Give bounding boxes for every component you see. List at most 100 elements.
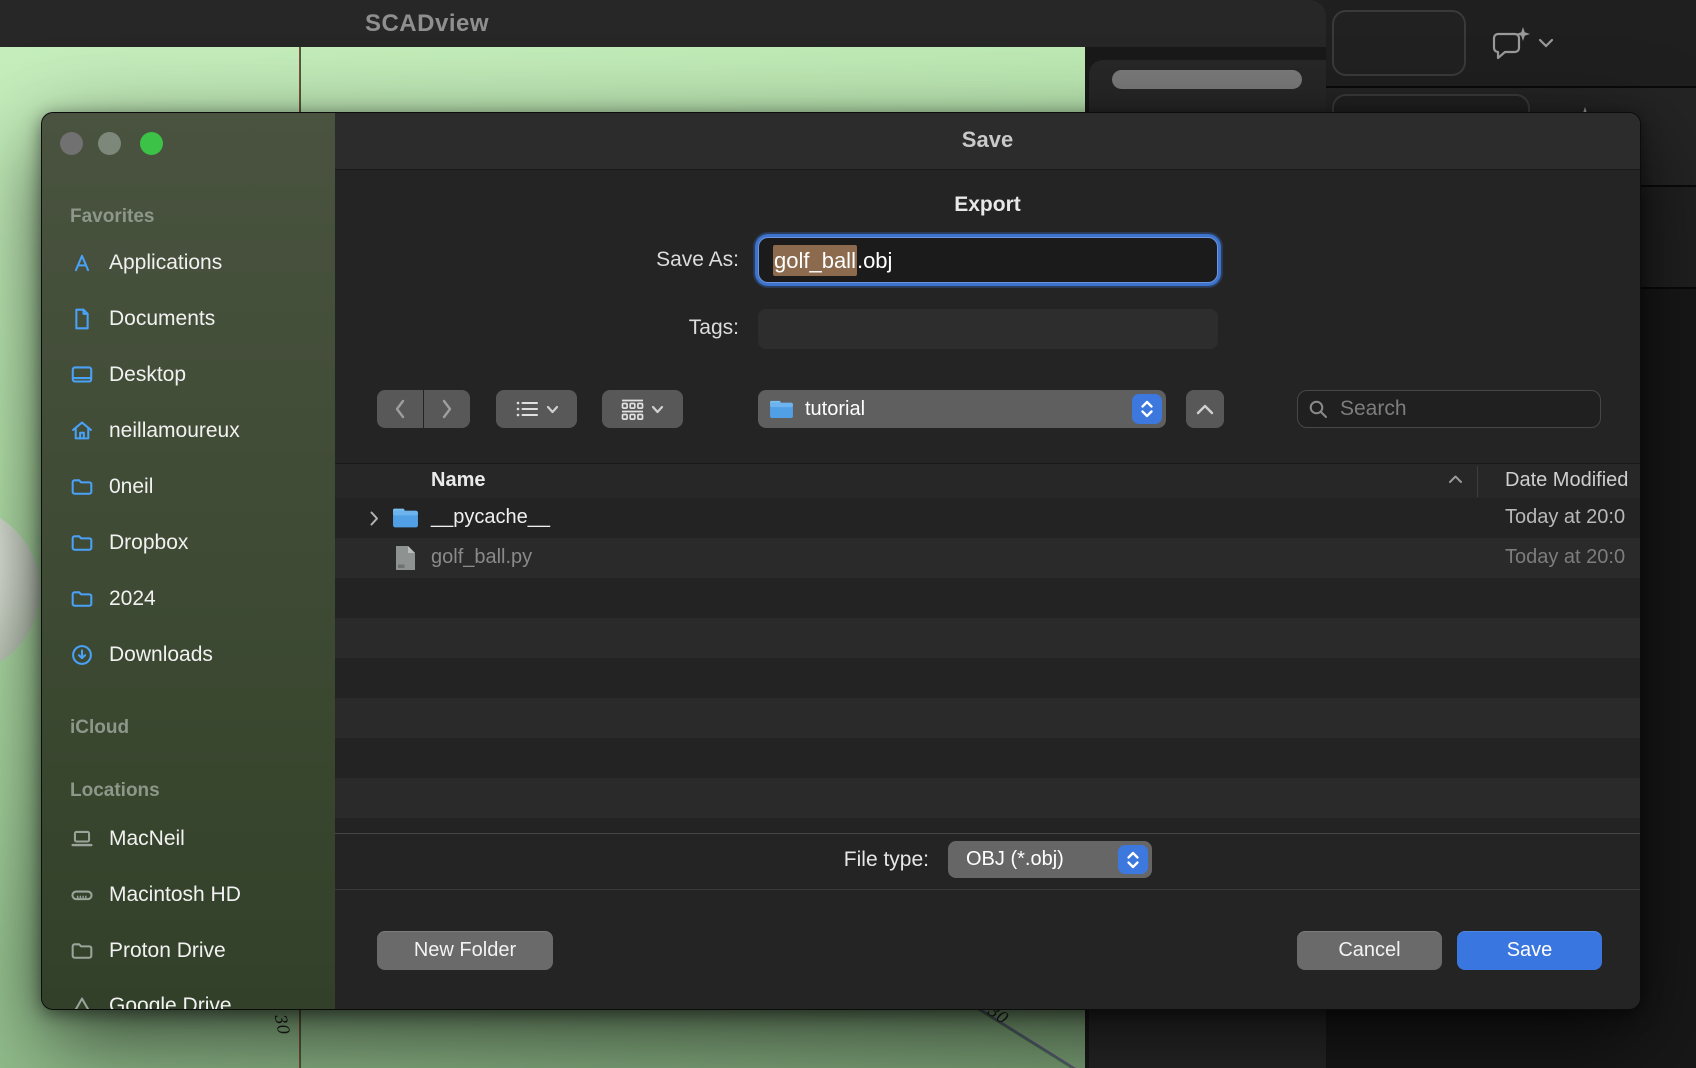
sidebar-item-google-drive[interactable]: Google Drive [56,978,320,1010]
chevron-up-icon [1198,406,1212,413]
folder-icon [392,506,419,529]
chevron-down-icon[interactable] [1538,38,1554,48]
current-folder-label: tutorial [805,398,1121,421]
screen: SCADview 30 30 Favorites Applications [0,0,1696,1068]
sidebar-section-favorites: Favorites [70,206,154,228]
disclosure-chevron-icon[interactable] [370,511,379,526]
sidebar-section-icloud: iCloud [70,717,129,739]
dialog-subtitle: Export [335,193,1640,217]
gdrive-icon [68,992,96,1010]
sidebar-item-desktop[interactable]: Desktop [56,347,320,403]
sidebar-item-label: 0neil [109,475,153,499]
list-view-icon [515,399,539,419]
file-name: golf_ball.py [431,546,532,569]
grid-view-icon [621,399,644,420]
cancel-button[interactable]: Cancel [1297,931,1442,970]
current-folder-dropdown[interactable]: tutorial [758,390,1166,428]
file-type-stepper-icon [1118,845,1148,874]
dialog-sidebar: Favorites Applications Documents Desktop [42,113,335,1009]
laptop-icon [68,825,96,853]
sidebar-item-macneil[interactable]: MacNeil [56,811,320,867]
folder-stepper-icon [1132,394,1162,424]
overlay-divider [1300,86,1696,88]
app-title: SCADview [0,10,854,38]
forward-button[interactable] [424,390,470,428]
window-zoom-button[interactable] [140,132,163,155]
sidebar-item-label: Applications [109,251,222,275]
save-button[interactable]: Save [1457,931,1602,970]
sidebar-item-2024[interactable]: 2024 [56,571,320,627]
file-date: Today at 20:0 [1505,546,1625,569]
footer-divider [335,833,1640,834]
desktop-icon [68,361,96,389]
filename-extension-text: .obj [857,248,892,273]
column-header-name[interactable]: Name [431,469,485,492]
column-header-date-modified[interactable]: Date Modified [1505,469,1628,492]
scadview-titlebar: SCADview [0,0,1326,47]
file-date: Today at 20:0 [1505,506,1625,529]
dialog-title: Save [335,127,1640,153]
dialog-main-pane: Save Export Save As: golf_ball.obj Tags: [335,113,1640,1009]
sidebar-item-downloads[interactable]: Downloads [56,627,320,683]
sidebar-item-macintosh-hd[interactable]: Macintosh HD [56,867,320,923]
tags-input[interactable] [758,309,1218,349]
window-minimize-button[interactable] [98,132,121,155]
folder-icon [68,473,96,501]
search-field[interactable] [1297,390,1601,428]
sidebar-item-label: neillamoureux [109,419,240,443]
window-close-button[interactable] [60,132,83,155]
sort-ascending-icon[interactable] [1448,474,1463,484]
python-file-icon [395,545,416,571]
sidebar-item-label: Dropbox [109,531,188,555]
chevron-down-icon [546,405,559,414]
sidebar-item-label: Desktop [109,363,186,387]
file-list: __pycache__ Today at 20:0 golf_ball.py T… [335,498,1640,833]
sidebar-item-0neil[interactable]: 0neil [56,459,320,515]
column-divider[interactable] [1477,466,1478,497]
search-input[interactable] [1338,396,1582,422]
sidebar-item-label: MacNeil [109,827,185,851]
sidebar-item-applications[interactable]: Applications [56,235,320,291]
sidebar-item-documents[interactable]: Documents [56,291,320,347]
list-header-row: Name Date Modified [335,463,1640,500]
folder-icon [68,585,96,613]
harddrive-icon [68,881,96,909]
file-type-dropdown[interactable]: OBJ (*.obj) [948,841,1152,878]
sidebar-section-locations: Locations [70,780,160,802]
panel-slider-handle[interactable] [1112,70,1302,89]
axis-tick-label: 30 [271,1013,294,1037]
folder-icon [769,399,794,419]
sidebar-item-label: Google Drive [109,994,232,1010]
chevron-right-icon [444,401,450,417]
save-as-label: Save As: [539,248,739,272]
sidebar-item-label: Documents [109,307,215,331]
ai-chat-sparkle-icon[interactable] [1490,26,1532,62]
parent-folder-button[interactable] [1186,390,1224,428]
sidebar-item-proton-drive[interactable]: Proton Drive [56,923,320,979]
overlay-prompt-input-1[interactable] [1332,10,1466,76]
home-icon [68,417,96,445]
tags-label: Tags: [539,316,739,340]
sidebar-item-label: Macintosh HD [109,883,241,907]
chevron-down-icon [651,405,664,414]
filename-input[interactable]: golf_ball.obj [758,237,1218,283]
grid-view-button[interactable] [602,390,683,428]
sidebar-item-label: Downloads [109,643,213,667]
file-row-golf-ball-py[interactable]: golf_ball.py Today at 20:0 [335,538,1640,578]
file-type-value: OBJ (*.obj) [966,848,1118,871]
chevron-left-icon [397,401,403,417]
new-folder-button[interactable]: New Folder [377,931,553,970]
filename-selected-text: golf_ball [773,245,857,276]
sidebar-item-home[interactable]: neillamoureux [56,403,320,459]
file-type-label: File type: [675,848,929,872]
folder-icon [68,937,96,965]
list-view-button[interactable] [496,390,577,428]
sidebar-item-label: 2024 [109,587,156,611]
dialog-titlebar: Save [335,113,1640,170]
file-row-pycache[interactable]: __pycache__ Today at 20:0 [335,498,1640,538]
save-dialog: Favorites Applications Documents Desktop [41,112,1641,1010]
sidebar-item-label: Proton Drive [109,939,226,963]
document-icon [68,305,96,333]
sidebar-item-dropbox[interactable]: Dropbox [56,515,320,571]
back-button[interactable] [377,390,423,428]
